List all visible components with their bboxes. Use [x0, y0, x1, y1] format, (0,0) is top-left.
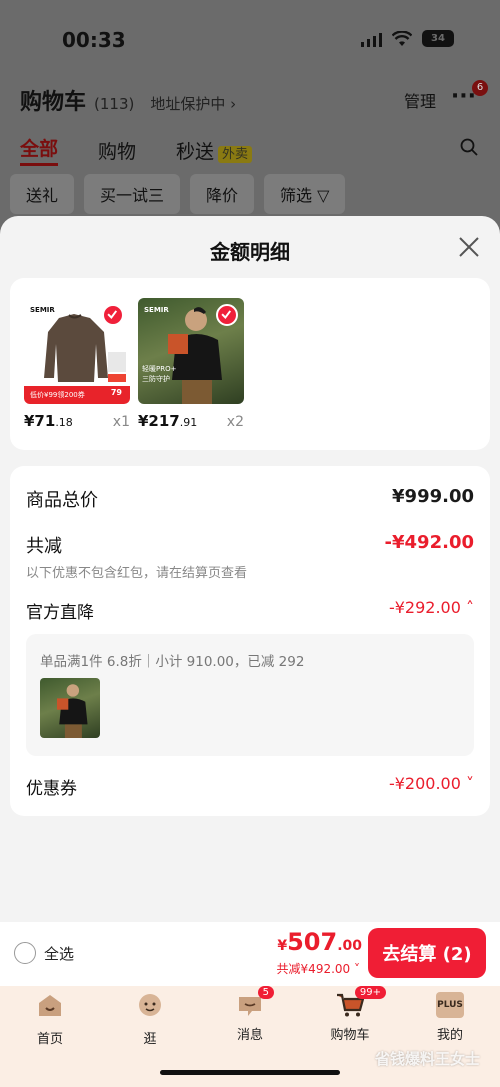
products-card: SEMIR 低价¥99领200券 79 ¥71.18 x1 SEMIR 轻暖PR… [10, 278, 490, 450]
address-protection-link[interactable]: 地址保护中 › [150, 93, 236, 114]
checkout-bar: 全选 ¥507.00 共减¥492.00 ˅ 去结算 (2) [0, 922, 500, 986]
black-jacket-product-image: SEMIR 轻暖PRO+ 三防守护 [138, 298, 244, 404]
official-discount-detail: 单品满1件 6.8折｜小计 910.00，已减 292 [26, 634, 474, 756]
coupon-toggle[interactable]: -¥200.00 ˅ [389, 774, 474, 793]
checkmark-icon[interactable] [102, 304, 124, 326]
tab-label: 我的 [436, 1028, 463, 1043]
signal-icon [361, 31, 382, 47]
sheet-title: 金额明细 [210, 240, 290, 264]
home-indicator[interactable] [160, 1070, 340, 1075]
tab-label: 购物车 [330, 1028, 370, 1043]
radio-icon[interactable] [14, 942, 36, 964]
product-promo-text: 低价¥99领200券 [30, 391, 85, 399]
product-item[interactable]: SEMIR 低价¥99领200券 79 ¥71.18 x1 [24, 298, 130, 430]
sheet-header: 金额明细 [0, 216, 500, 278]
product-price-dec: .91 [179, 416, 198, 429]
system-icons: 34 [361, 30, 454, 47]
checkmark-icon[interactable] [216, 304, 238, 326]
wifi-icon [392, 30, 412, 46]
total-price-value: ¥999.00 [392, 486, 474, 507]
filter-chips: 送礼 买一试三 降价 筛选 ▽ [10, 174, 346, 214]
manage-button[interactable]: 管理 [404, 88, 436, 112]
brand-label: SEMIR [30, 306, 55, 314]
select-all-toggle[interactable]: 全选 [14, 942, 74, 964]
product-promo-price: 79 [110, 388, 122, 397]
page-title: 购物车 [20, 90, 87, 115]
checkout-total: ¥507.00 [277, 928, 362, 956]
tab-profile[interactable]: PLUS 我的 [420, 992, 480, 1043]
product-qty: x1 [112, 414, 130, 430]
cart-badge: 99+ [354, 986, 386, 999]
tab-instant-delivery[interactable]: 秒送 外卖 [176, 137, 253, 164]
total-reduction-value: -¥492.00 [384, 532, 474, 553]
product-price: ¥217.91 [138, 412, 197, 430]
tab-label: 首页 [36, 1032, 63, 1047]
checkout-button[interactable]: 去结算 (2) [368, 928, 486, 978]
product-item[interactable]: SEMIR 轻暖PRO+ 三防守护 ¥217.91 x2 [138, 298, 244, 430]
message-badge: 5 [257, 986, 274, 999]
brand-label: SEMIR [144, 306, 169, 314]
total-reduction-label: 共减 [26, 536, 62, 557]
price-summary-card: 商品总价 ¥999.00 共减 -¥492.00 以下优惠不包含红包，请在结算页… [10, 466, 490, 816]
discount-detail-text: 单品满1件 6.8折｜小计 910.00，已减 292 [40, 654, 305, 670]
filter-more[interactable]: 筛选 ▽ [264, 174, 346, 214]
cart-tabs: 全部 购物 秒送 外卖 [20, 134, 253, 166]
battery-icon: 34 [422, 30, 454, 47]
official-discount-toggle[interactable]: -¥292.00 ˄ [389, 598, 474, 617]
official-discount-label: 官方直降 [26, 603, 94, 623]
tab-label: 消息 [236, 1028, 263, 1043]
filter-price-drop[interactable]: 降价 [190, 174, 255, 214]
product-price: ¥71.18 [24, 412, 73, 430]
discounted-product-thumbnail [40, 678, 100, 738]
more-badge: 6 [472, 80, 488, 96]
tab-label: 逛 [143, 1032, 157, 1047]
tab-messages[interactable]: 5 消息 [220, 986, 280, 1043]
total-price-label: 商品总价 [26, 490, 98, 511]
tab-cart[interactable]: 99+ 购物车 [320, 986, 386, 1043]
tab-home[interactable]: 首页 [20, 992, 80, 1047]
product-price-dec: .18 [55, 416, 73, 429]
tab-shopping[interactable]: 购物 [98, 137, 136, 164]
product-promo-text: 轻暖PRO+ 三防守护 [142, 365, 177, 383]
coupon-label: 优惠券 [26, 779, 77, 799]
total-int: 507 [287, 928, 338, 956]
home-icon [39, 995, 61, 1016]
filter-gift[interactable]: 送礼 [10, 174, 75, 214]
product-price-int: ¥217 [138, 412, 180, 430]
status-bar: 00:33 34 [0, 0, 500, 80]
filter-try[interactable]: 买一试三 [84, 174, 181, 214]
cart-header: 购物车 (113) 地址保护中 › [20, 84, 236, 116]
product-price-int: ¥71 [24, 412, 56, 430]
brown-sweater-product-image: SEMIR 低价¥99领200券 79 [24, 298, 130, 404]
currency-symbol: ¥ [277, 938, 288, 954]
plus-member-icon: PLUS [436, 992, 464, 1018]
face-icon [139, 994, 161, 1016]
jacket-thumbnail-icon [56, 684, 88, 738]
cart-icon: 99+ [336, 986, 386, 1018]
total-saved-toggle[interactable]: 共减¥492.00 ˅ [277, 960, 360, 977]
tab-all[interactable]: 全部 [20, 134, 59, 166]
reduction-note: 以下优惠不包含红包，请在结算页查看 [26, 566, 248, 581]
cart-count: (113) [94, 95, 135, 113]
watermark: 省钱爆料王女士 [374, 1050, 480, 1068]
close-icon[interactable] [458, 236, 480, 258]
select-all-label: 全选 [44, 944, 75, 963]
status-time: 00:33 [62, 28, 126, 52]
tab-instant-delivery-label: 秒送 [176, 140, 215, 163]
message-icon: 5 [236, 986, 274, 1018]
total-dec: .00 [337, 938, 362, 954]
search-icon[interactable] [460, 138, 478, 156]
tab-browse[interactable]: 逛 [120, 992, 180, 1047]
takeout-badge: 外卖 [218, 145, 253, 163]
plus-member-icon-text: PLUS [437, 1000, 463, 1010]
product-qty: x2 [226, 414, 244, 430]
